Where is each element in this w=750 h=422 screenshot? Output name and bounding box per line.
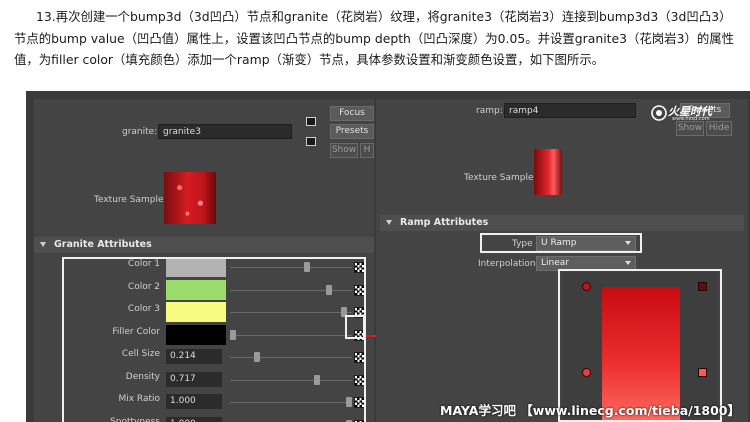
instruction-line-3: 值，为filler color（填充颜色）添加一个ramp（渐变）节点，具体参数…	[14, 52, 605, 67]
granite-node-name-field[interactable]: granite3	[158, 124, 292, 139]
watermark-text: MAYA学习吧 【www.linecg.com/tieba/1800】	[440, 403, 741, 418]
interpolation-dropdown-arrow-icon	[625, 261, 631, 265]
instruction-line-2: 节点的bump value（凹凸值）属性上，设置该凹凸节点的bump depth…	[14, 30, 735, 46]
node-output-icon[interactable]	[306, 137, 316, 146]
node-input-icon[interactable]	[306, 117, 316, 126]
maya-screenshot: granite: granite3 Focus Presets Show H T…	[26, 91, 750, 422]
instruction-line-1: 13.再次创建一个bump3d（3d凹凸）节点和granite（花岗岩）纹理，将…	[36, 9, 732, 24]
ramp-node-label: ramp:	[476, 106, 503, 116]
granite-attribute-editor: granite: granite3 Focus Presets Show H T…	[34, 99, 374, 422]
hxsd-logo: 火星时代 www.hxsd.com	[650, 103, 716, 125]
granite-texture-sample	[164, 172, 216, 224]
texture-sample-label: Texture Sample	[94, 195, 164, 205]
highlight-box-type	[480, 233, 642, 253]
presets-button[interactable]: Presets	[330, 124, 374, 139]
ramp-texture-sample	[534, 149, 562, 195]
show-button[interactable]: Show	[330, 143, 358, 158]
hide-button[interactable]: H	[360, 143, 374, 158]
ramp-collapse-triangle-icon	[386, 219, 392, 225]
ramp-texture-sample-label: Texture Sample	[464, 173, 534, 183]
highlight-box-filler-map	[345, 315, 365, 339]
granite-attributes-header[interactable]: Granite Attributes	[34, 237, 374, 253]
ramp-attribute-editor: ramp: ramp4 Presets Show Hide 火星时代 www.h…	[376, 99, 748, 422]
interpolation-value: Linear	[541, 258, 569, 268]
ramp-attributes-title: Ramp Attributes	[400, 217, 489, 228]
focus-button[interactable]: Focus	[330, 106, 374, 121]
granite-attributes-title: Granite Attributes	[54, 239, 152, 250]
instruction-text: 13.再次创建一个bump3d（3d凹凸）节点和granite（花岗岩）纹理，将…	[14, 6, 742, 71]
ramp-node-name-field[interactable]: ramp4	[504, 103, 636, 118]
hxsd-logo-url: www.hxsd.com	[672, 116, 710, 122]
collapse-triangle-icon	[40, 241, 46, 247]
interpolation-label: Interpolation	[478, 259, 536, 269]
ramp-attributes-header[interactable]: Ramp Attributes	[380, 215, 744, 231]
granite-node-label: granite:	[122, 127, 158, 137]
highlight-box-granite-attributes	[62, 257, 366, 422]
